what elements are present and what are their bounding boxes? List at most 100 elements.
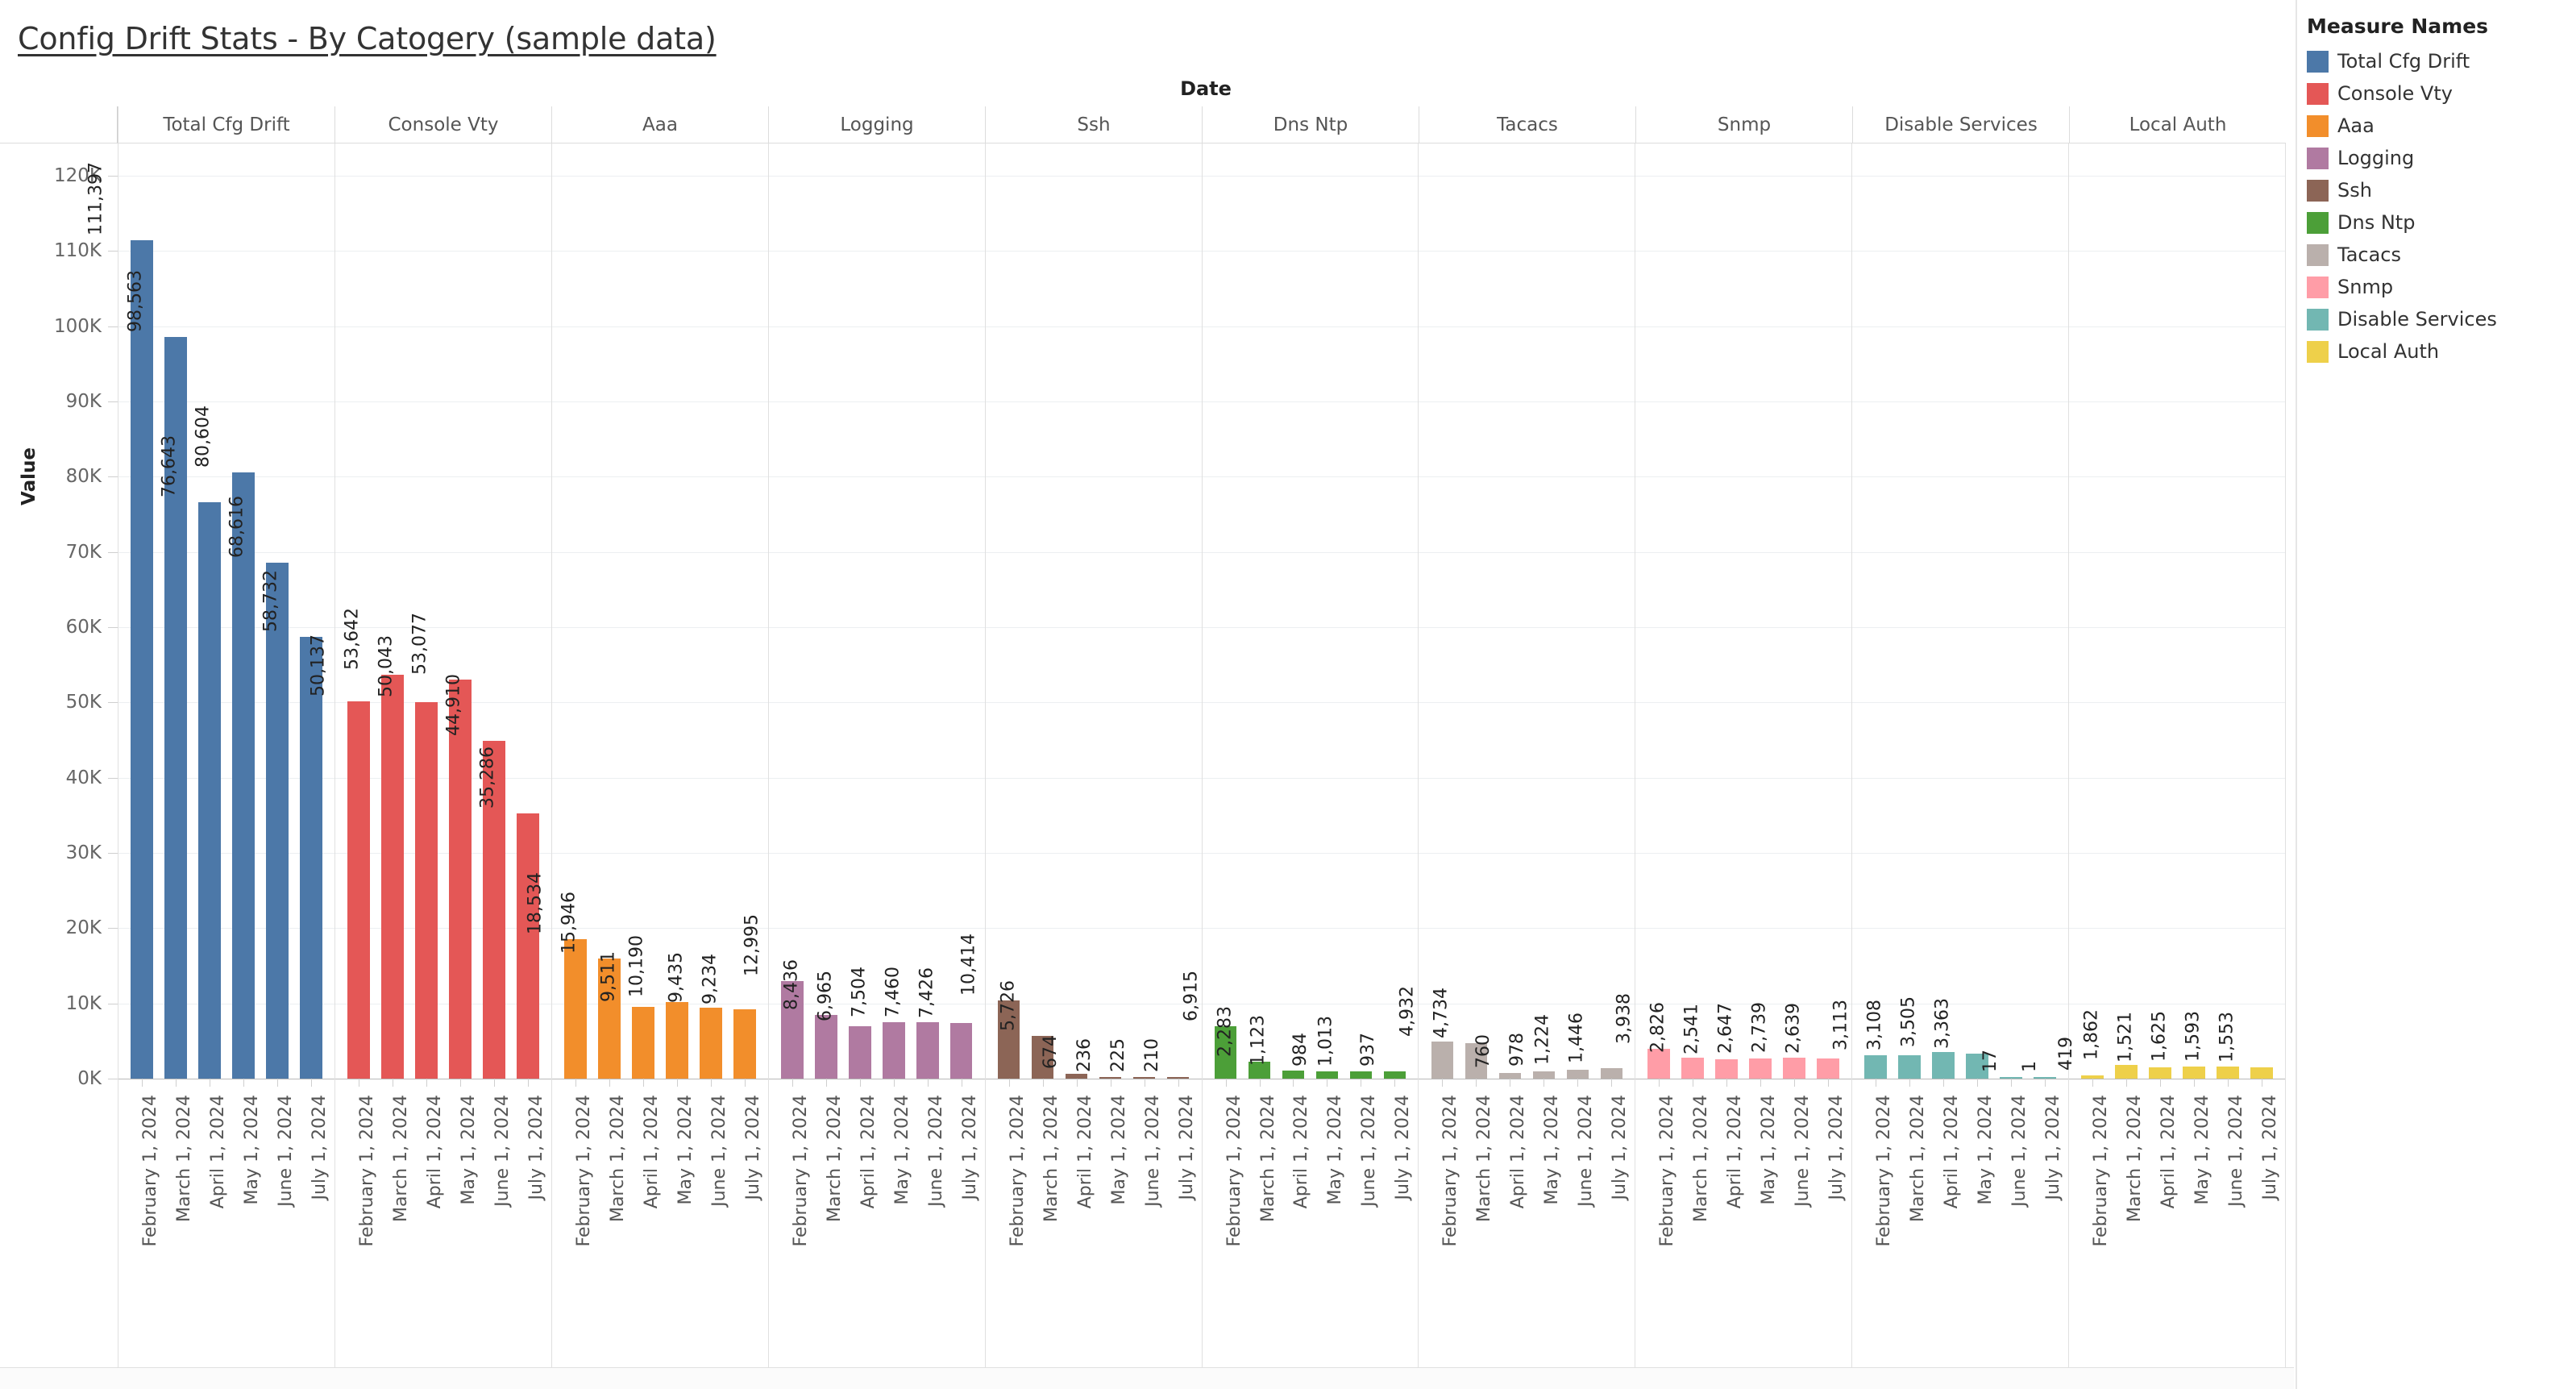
legend-item[interactable]: Snmp: [2307, 271, 2565, 303]
x-axis-date-label[interactable]: July 1, 2024: [1393, 1095, 1413, 1200]
x-axis-date-label[interactable]: May 1, 2024: [459, 1095, 479, 1204]
x-axis-date-label[interactable]: March 1, 2024: [1908, 1095, 1928, 1222]
x-axis-date-label[interactable]: July 1, 2024: [960, 1095, 980, 1200]
bar[interactable]: 1,224: [1533, 1014, 1589, 1079]
x-axis-date-label[interactable]: July 1, 2024: [526, 1095, 546, 1200]
x-axis-date-label[interactable]: March 1, 2024: [1474, 1095, 1494, 1222]
x-axis-date-label[interactable]: June 1, 2024: [276, 1095, 296, 1207]
legend-item[interactable]: Disable Services: [2307, 303, 2565, 335]
x-axis-date-label[interactable]: April 1, 2024: [1942, 1095, 1962, 1208]
category-header-cell[interactable]: Dns Ntp: [1203, 106, 1419, 143]
bar[interactable]: 68,616: [226, 496, 289, 1079]
bar[interactable]: 9,234: [700, 954, 756, 1079]
bar[interactable]: 10,190: [626, 935, 688, 1079]
x-axis-date-label[interactable]: February 1, 2024: [1874, 1095, 1894, 1246]
bar[interactable]: 1,123: [1249, 1015, 1305, 1079]
bar[interactable]: 18,534: [525, 872, 587, 1079]
bar[interactable]: 3,108: [1865, 1000, 1922, 1079]
x-axis-date-label[interactable]: March 1, 2024: [1258, 1095, 1278, 1222]
legend-item[interactable]: Logging: [2307, 142, 2565, 174]
x-axis-date-label[interactable]: February 1, 2024: [791, 1095, 811, 1246]
bar[interactable]: 978: [1507, 1033, 1556, 1079]
category-header-cell[interactable]: Console Vty: [335, 106, 552, 143]
bar[interactable]: 76,643: [159, 435, 221, 1079]
bar[interactable]: 2,826: [1648, 1002, 1705, 1079]
bar[interactable]: 6,965: [815, 971, 871, 1079]
x-axis-date-label[interactable]: February 1, 2024: [357, 1095, 377, 1246]
legend-item[interactable]: Aaa: [2307, 110, 2565, 142]
category-header-cell[interactable]: Logging: [769, 106, 986, 143]
bar[interactable]: 2,647: [1716, 1003, 1772, 1079]
bar[interactable]: 58,732: [260, 570, 322, 1079]
category-header-cell[interactable]: Tacacs: [1419, 106, 1636, 143]
bar[interactable]: 2,639: [1784, 1003, 1840, 1079]
bar[interactable]: 7,460: [883, 967, 939, 1079]
bar[interactable]: 1,625: [2150, 1011, 2205, 1079]
bar[interactable]: 7,426: [916, 967, 973, 1079]
legend-item[interactable]: Ssh: [2307, 174, 2565, 206]
x-axis-date-label[interactable]: February 1, 2024: [574, 1095, 594, 1246]
x-axis-date-label[interactable]: July 1, 2024: [2260, 1095, 2280, 1200]
x-axis-date-label[interactable]: July 1, 2024: [1610, 1095, 1630, 1200]
bar[interactable]: 111,397: [85, 162, 153, 1079]
x-axis-date-label[interactable]: February 1, 2024: [2091, 1095, 2111, 1246]
bar[interactable]: 1,862: [2082, 1009, 2138, 1079]
bar[interactable]: 937: [1358, 1033, 1406, 1079]
category-header-cell[interactable]: Aaa: [552, 106, 769, 143]
category-header-cell[interactable]: Ssh: [986, 106, 1203, 143]
x-axis-date-label[interactable]: June 1, 2024: [709, 1095, 729, 1207]
x-axis-date-label[interactable]: April 1, 2024: [1508, 1095, 1528, 1208]
bar[interactable]: 760: [1473, 1034, 1522, 1079]
x-axis-date-label[interactable]: April 1, 2024: [1725, 1095, 1745, 1208]
x-axis-date-label[interactable]: March 1, 2024: [2125, 1095, 2145, 1222]
x-axis-date-label[interactable]: July 1, 2024: [1826, 1095, 1847, 1200]
x-axis-date-label[interactable]: April 1, 2024: [425, 1095, 445, 1208]
category-header-cell[interactable]: Local Auth: [2070, 106, 2286, 143]
x-axis-date-label[interactable]: June 1, 2024: [1793, 1095, 1813, 1207]
legend-item[interactable]: Local Auth: [2307, 335, 2565, 368]
x-axis-date-label[interactable]: June 1, 2024: [1143, 1095, 1163, 1207]
x-axis-date-label[interactable]: May 1, 2024: [1325, 1095, 1345, 1204]
legend-item[interactable]: Dns Ntp: [2307, 206, 2565, 239]
bar[interactable]: 1,446: [1567, 1013, 1623, 1079]
x-axis-date-label[interactable]: May 1, 2024: [2192, 1095, 2212, 1204]
x-axis-date-label[interactable]: March 1, 2024: [174, 1095, 194, 1222]
category-header-cell[interactable]: Snmp: [1636, 106, 1853, 143]
bar[interactable]: 2,739: [1750, 1002, 1806, 1079]
bar[interactable]: 1,013: [1316, 1016, 1373, 1079]
x-axis-date-label[interactable]: February 1, 2024: [1008, 1095, 1028, 1246]
x-axis-date-label[interactable]: June 1, 2024: [1576, 1095, 1596, 1207]
x-axis-date-label[interactable]: June 1, 2024: [1359, 1095, 1379, 1207]
x-axis-date-label[interactable]: July 1, 2024: [310, 1095, 330, 1200]
bar[interactable]: 50,137: [308, 634, 370, 1079]
x-axis-date-label[interactable]: February 1, 2024: [1440, 1095, 1460, 1246]
x-axis-date-label[interactable]: March 1, 2024: [608, 1095, 628, 1222]
x-axis-date-label[interactable]: February 1, 2024: [140, 1095, 160, 1246]
bar[interactable]: 1,521: [2116, 1012, 2171, 1079]
legend-item[interactable]: Console Vty: [2307, 77, 2565, 110]
bar[interactable]: 3,505: [1899, 996, 1955, 1079]
x-axis-date-label[interactable]: May 1, 2024: [1976, 1095, 1996, 1204]
bar[interactable]: 80,604: [193, 405, 255, 1079]
x-axis-date-label[interactable]: May 1, 2024: [1109, 1095, 1129, 1204]
x-axis-date-label[interactable]: February 1, 2024: [1224, 1095, 1244, 1246]
bar[interactable]: 984: [1290, 1033, 1339, 1079]
x-axis-date-label[interactable]: July 1, 2024: [743, 1095, 763, 1200]
bar[interactable]: 35,286: [477, 746, 539, 1079]
x-axis-date-label[interactable]: April 1, 2024: [1291, 1095, 1311, 1208]
bar[interactable]: 3,938: [1614, 993, 1671, 1079]
bar[interactable]: 9,511: [598, 951, 654, 1079]
bar[interactable]: 9,435: [666, 952, 722, 1079]
x-axis-date-label[interactable]: July 1, 2024: [2043, 1095, 2063, 1200]
x-axis-date-label[interactable]: April 1, 2024: [858, 1095, 879, 1208]
bar[interactable]: 7,504: [849, 967, 905, 1079]
x-axis-date-label[interactable]: May 1, 2024: [1759, 1095, 1779, 1204]
x-axis-date-label[interactable]: May 1, 2024: [892, 1095, 912, 1204]
x-axis-date-label[interactable]: March 1, 2024: [1041, 1095, 1062, 1222]
x-axis-date-label[interactable]: May 1, 2024: [242, 1095, 262, 1204]
category-header-cell[interactable]: Total Cfg Drift: [118, 106, 335, 143]
x-axis-date-label[interactable]: March 1, 2024: [391, 1095, 411, 1222]
x-axis-date-label[interactable]: July 1, 2024: [1177, 1095, 1197, 1200]
x-axis-date-label[interactable]: June 1, 2024: [492, 1095, 513, 1207]
bar[interactable]: 50,043: [376, 635, 438, 1079]
